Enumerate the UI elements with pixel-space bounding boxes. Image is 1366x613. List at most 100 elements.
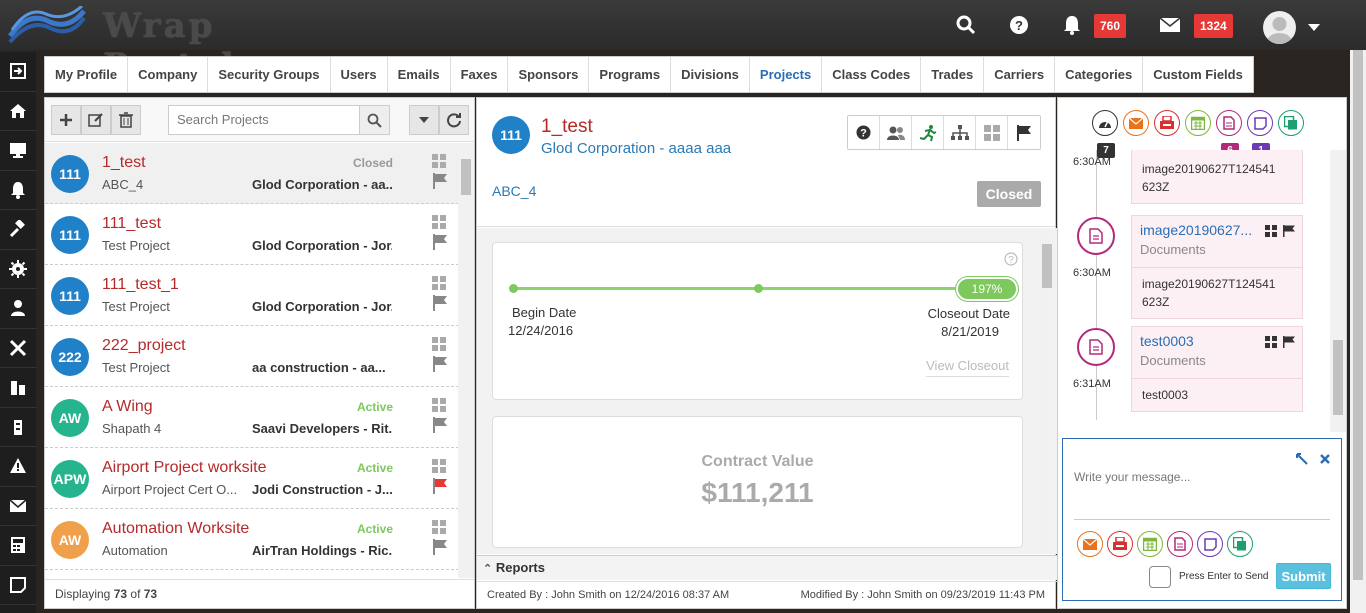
grid-button[interactable]	[976, 116, 1008, 149]
user-icon[interactable]	[0, 289, 36, 329]
flag-icon[interactable]	[432, 478, 448, 494]
tab-users[interactable]: Users	[331, 57, 388, 92]
message-input[interactable]: Write your message...	[1074, 470, 1190, 484]
activity-title-link[interactable]: image20190627...	[1140, 222, 1260, 238]
tower-icon[interactable]	[0, 408, 36, 447]
search-input[interactable]: Search Projects	[168, 105, 360, 135]
tab-projects[interactable]: Projects	[750, 57, 823, 92]
bell-icon[interactable]	[1059, 12, 1085, 38]
close-icon[interactable]	[1319, 453, 1331, 465]
filter-note-button[interactable]: 1	[1247, 110, 1273, 158]
notifications-badge[interactable]: 760	[1094, 14, 1127, 38]
tab-divisions[interactable]: Divisions	[671, 57, 750, 92]
project-subtitle-link[interactable]: ABC_4	[492, 183, 536, 199]
filter-dropdown-button[interactable]	[409, 105, 439, 135]
activity-card[interactable]: image20190627... Documents image20190627…	[1131, 215, 1303, 319]
list-item[interactable]: APW Airport Project worksite Airport Proje…	[45, 448, 459, 509]
filter-document-button[interactable]: 6	[1216, 110, 1242, 158]
tab-programs[interactable]: Programs	[589, 57, 672, 92]
detail-scrollbar[interactable]	[1039, 228, 1055, 554]
filter-envelope-button[interactable]	[1123, 110, 1149, 136]
filter-dashboard-button[interactable]: 7	[1092, 110, 1118, 158]
home-icon[interactable]	[0, 92, 36, 131]
list-item[interactable]: 111 111_test_1 Test Project Glod Corporatio…	[45, 265, 459, 326]
project-company-link[interactable]: Glod Corporation - aaaa aaa	[541, 140, 731, 157]
flag-icon[interactable]	[432, 295, 448, 311]
compose-document-button[interactable]	[1167, 531, 1193, 557]
flag-icon[interactable]	[1283, 225, 1295, 237]
tab-sponsors[interactable]: Sponsors	[508, 57, 590, 92]
tab-class-codes[interactable]: Class Codes	[822, 57, 922, 92]
grid-icon[interactable]	[432, 459, 446, 473]
flag-icon[interactable]	[432, 234, 448, 250]
reports-bar[interactable]: ⌃ Reports	[477, 555, 1057, 580]
filter-calendar-button[interactable]	[1185, 110, 1211, 136]
user-avatar[interactable]	[1263, 11, 1296, 44]
compose-copy-button[interactable]	[1227, 531, 1253, 557]
flag-icon[interactable]	[432, 539, 448, 555]
messages-badge[interactable]: 1324	[1194, 14, 1233, 38]
edit-button[interactable]	[81, 105, 111, 135]
hierarchy-button[interactable]	[944, 116, 976, 149]
grid-icon[interactable]	[432, 154, 446, 168]
tab-carriers[interactable]: Carriers	[984, 57, 1056, 92]
help-button[interactable]: ?	[848, 116, 880, 149]
list-scrollbar-thumb[interactable]	[461, 159, 471, 195]
info-icon[interactable]: ?	[1004, 252, 1018, 266]
flag-icon[interactable]	[432, 417, 448, 433]
tab-my-profile[interactable]: My Profile	[45, 57, 129, 92]
filter-copy-button[interactable]	[1278, 110, 1304, 136]
grid-icon[interactable]	[432, 215, 446, 229]
flag-icon[interactable]	[432, 356, 448, 372]
flag-icon[interactable]	[1283, 336, 1295, 348]
tab-categories[interactable]: Categories	[1055, 57, 1144, 92]
compose-envelope-button[interactable]	[1077, 531, 1103, 557]
gavel-icon[interactable]	[0, 210, 36, 250]
sign-in-icon[interactable]	[0, 52, 36, 92]
bell-icon[interactable]	[0, 171, 36, 210]
tab-trades[interactable]: Trades	[921, 57, 985, 92]
app-logo[interactable]: Wrap Portal	[8, 2, 308, 86]
grid-icon[interactable]	[1265, 336, 1277, 348]
compose-fax-button[interactable]	[1107, 531, 1133, 557]
note-icon[interactable]	[0, 566, 36, 605]
delete-button[interactable]	[111, 105, 141, 135]
activity-scrollbar[interactable]	[1330, 150, 1346, 432]
tab-company[interactable]: Company	[128, 57, 209, 92]
submit-button[interactable]: Submit	[1276, 563, 1331, 589]
user-menu-caret-icon[interactable]	[1308, 24, 1320, 31]
activity-button[interactable]	[912, 116, 944, 149]
grid-icon[interactable]	[432, 398, 446, 412]
activity-card[interactable]: test0003 Documents test0003	[1131, 326, 1303, 412]
grid-icon[interactable]	[1265, 225, 1277, 237]
list-item[interactable]	[45, 570, 459, 578]
activity-title-link[interactable]: test0003	[1140, 333, 1260, 349]
expand-icon[interactable]	[1296, 453, 1308, 465]
envelope-icon[interactable]	[1157, 12, 1183, 38]
tab-custom-fields[interactable]: Custom Fields	[1143, 57, 1253, 92]
add-button[interactable]	[51, 105, 81, 135]
tools-icon[interactable]	[0, 329, 36, 368]
activity-card[interactable]: image20190627T124541 623Z	[1131, 150, 1303, 204]
compose-calendar-button[interactable]	[1137, 531, 1163, 557]
press-enter-checkbox[interactable]	[1149, 566, 1171, 588]
tab-security-groups[interactable]: Security Groups	[208, 57, 331, 92]
tab-faxes[interactable]: Faxes	[451, 57, 509, 92]
page-scrollbar[interactable]	[1350, 50, 1366, 613]
building-icon[interactable]	[0, 368, 36, 408]
compose-note-button[interactable]	[1197, 531, 1223, 557]
view-closeout-link[interactable]: View Closeout	[926, 358, 1009, 377]
grid-icon[interactable]	[432, 520, 446, 534]
search-button[interactable]	[359, 105, 390, 135]
calculator-icon[interactable]	[0, 526, 36, 566]
list-item[interactable]: 111 1_test ABC_4 Glod Corporation - aa... Cl…	[45, 143, 459, 204]
list-item[interactable]: 222 222_project Test Project aa constructio…	[45, 326, 459, 387]
desktop-icon[interactable]	[0, 131, 36, 171]
page-scrollbar-thumb[interactable]	[1353, 50, 1363, 580]
cog-icon[interactable]	[0, 250, 36, 289]
help-icon[interactable]: ?	[1006, 12, 1032, 38]
envelope-icon[interactable]	[0, 487, 36, 526]
list-item[interactable]: 111 111_test Test Project Glod Corporation …	[45, 204, 459, 265]
flag-button[interactable]	[1008, 116, 1040, 149]
users-button[interactable]	[880, 116, 912, 149]
